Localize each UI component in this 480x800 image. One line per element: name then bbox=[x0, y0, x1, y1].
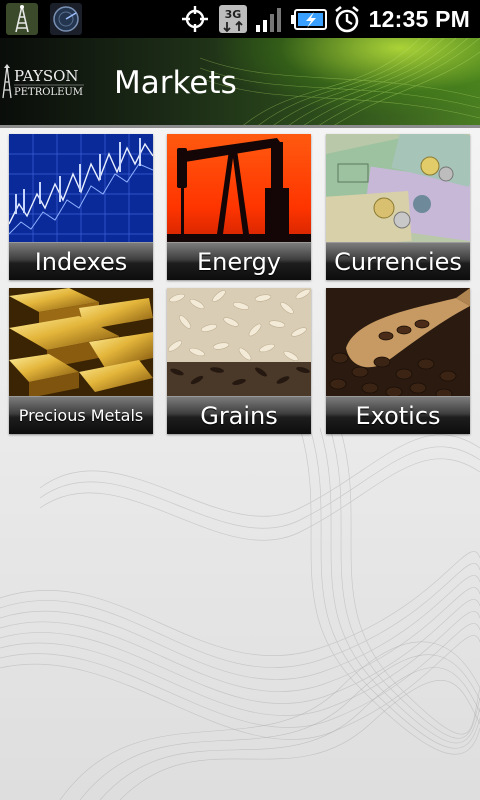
tile-label: Energy bbox=[167, 242, 311, 280]
battery-charging-icon bbox=[291, 9, 327, 30]
tile-label: Currencies bbox=[326, 242, 470, 280]
market-tile-grains[interactable]: Grains bbox=[167, 288, 311, 434]
alarm-icon bbox=[335, 5, 359, 33]
svg-text:3G: 3G bbox=[225, 8, 242, 21]
market-tile-indexes[interactable]: Indexes bbox=[9, 134, 153, 280]
tile-label: Exotics bbox=[326, 396, 470, 434]
gps-icon bbox=[182, 6, 208, 32]
app-header: PAYSON PETROLEUM Markets bbox=[0, 38, 480, 128]
tower-icon bbox=[6, 3, 38, 35]
market-tile-precious-metals[interactable]: Precious Metals bbox=[9, 288, 153, 434]
tile-label: Grains bbox=[167, 396, 311, 434]
svg-text:PAYSON: PAYSON bbox=[14, 67, 79, 85]
signal-icon bbox=[256, 8, 281, 32]
market-tile-energy[interactable]: Energy bbox=[167, 134, 311, 280]
tile-label: Precious Metals bbox=[9, 396, 153, 434]
market-grid: Indexes Energy Currencies Precious Metal… bbox=[9, 134, 470, 434]
market-tile-currencies[interactable]: Currencies bbox=[326, 134, 470, 280]
status-bar: 3G 12:35 PM bbox=[0, 0, 480, 38]
market-tile-exotics[interactable]: Exotics bbox=[326, 288, 470, 434]
svg-text:PETROLEUM: PETROLEUM bbox=[14, 87, 83, 98]
page-title: Markets bbox=[114, 65, 237, 101]
tile-label: Indexes bbox=[9, 242, 153, 280]
3g-icon: 3G bbox=[219, 5, 247, 33]
brand-logo: PAYSON PETROLEUM bbox=[2, 64, 84, 99]
radar-icon bbox=[50, 3, 82, 35]
status-clock: 12:35 PM bbox=[368, 6, 470, 32]
